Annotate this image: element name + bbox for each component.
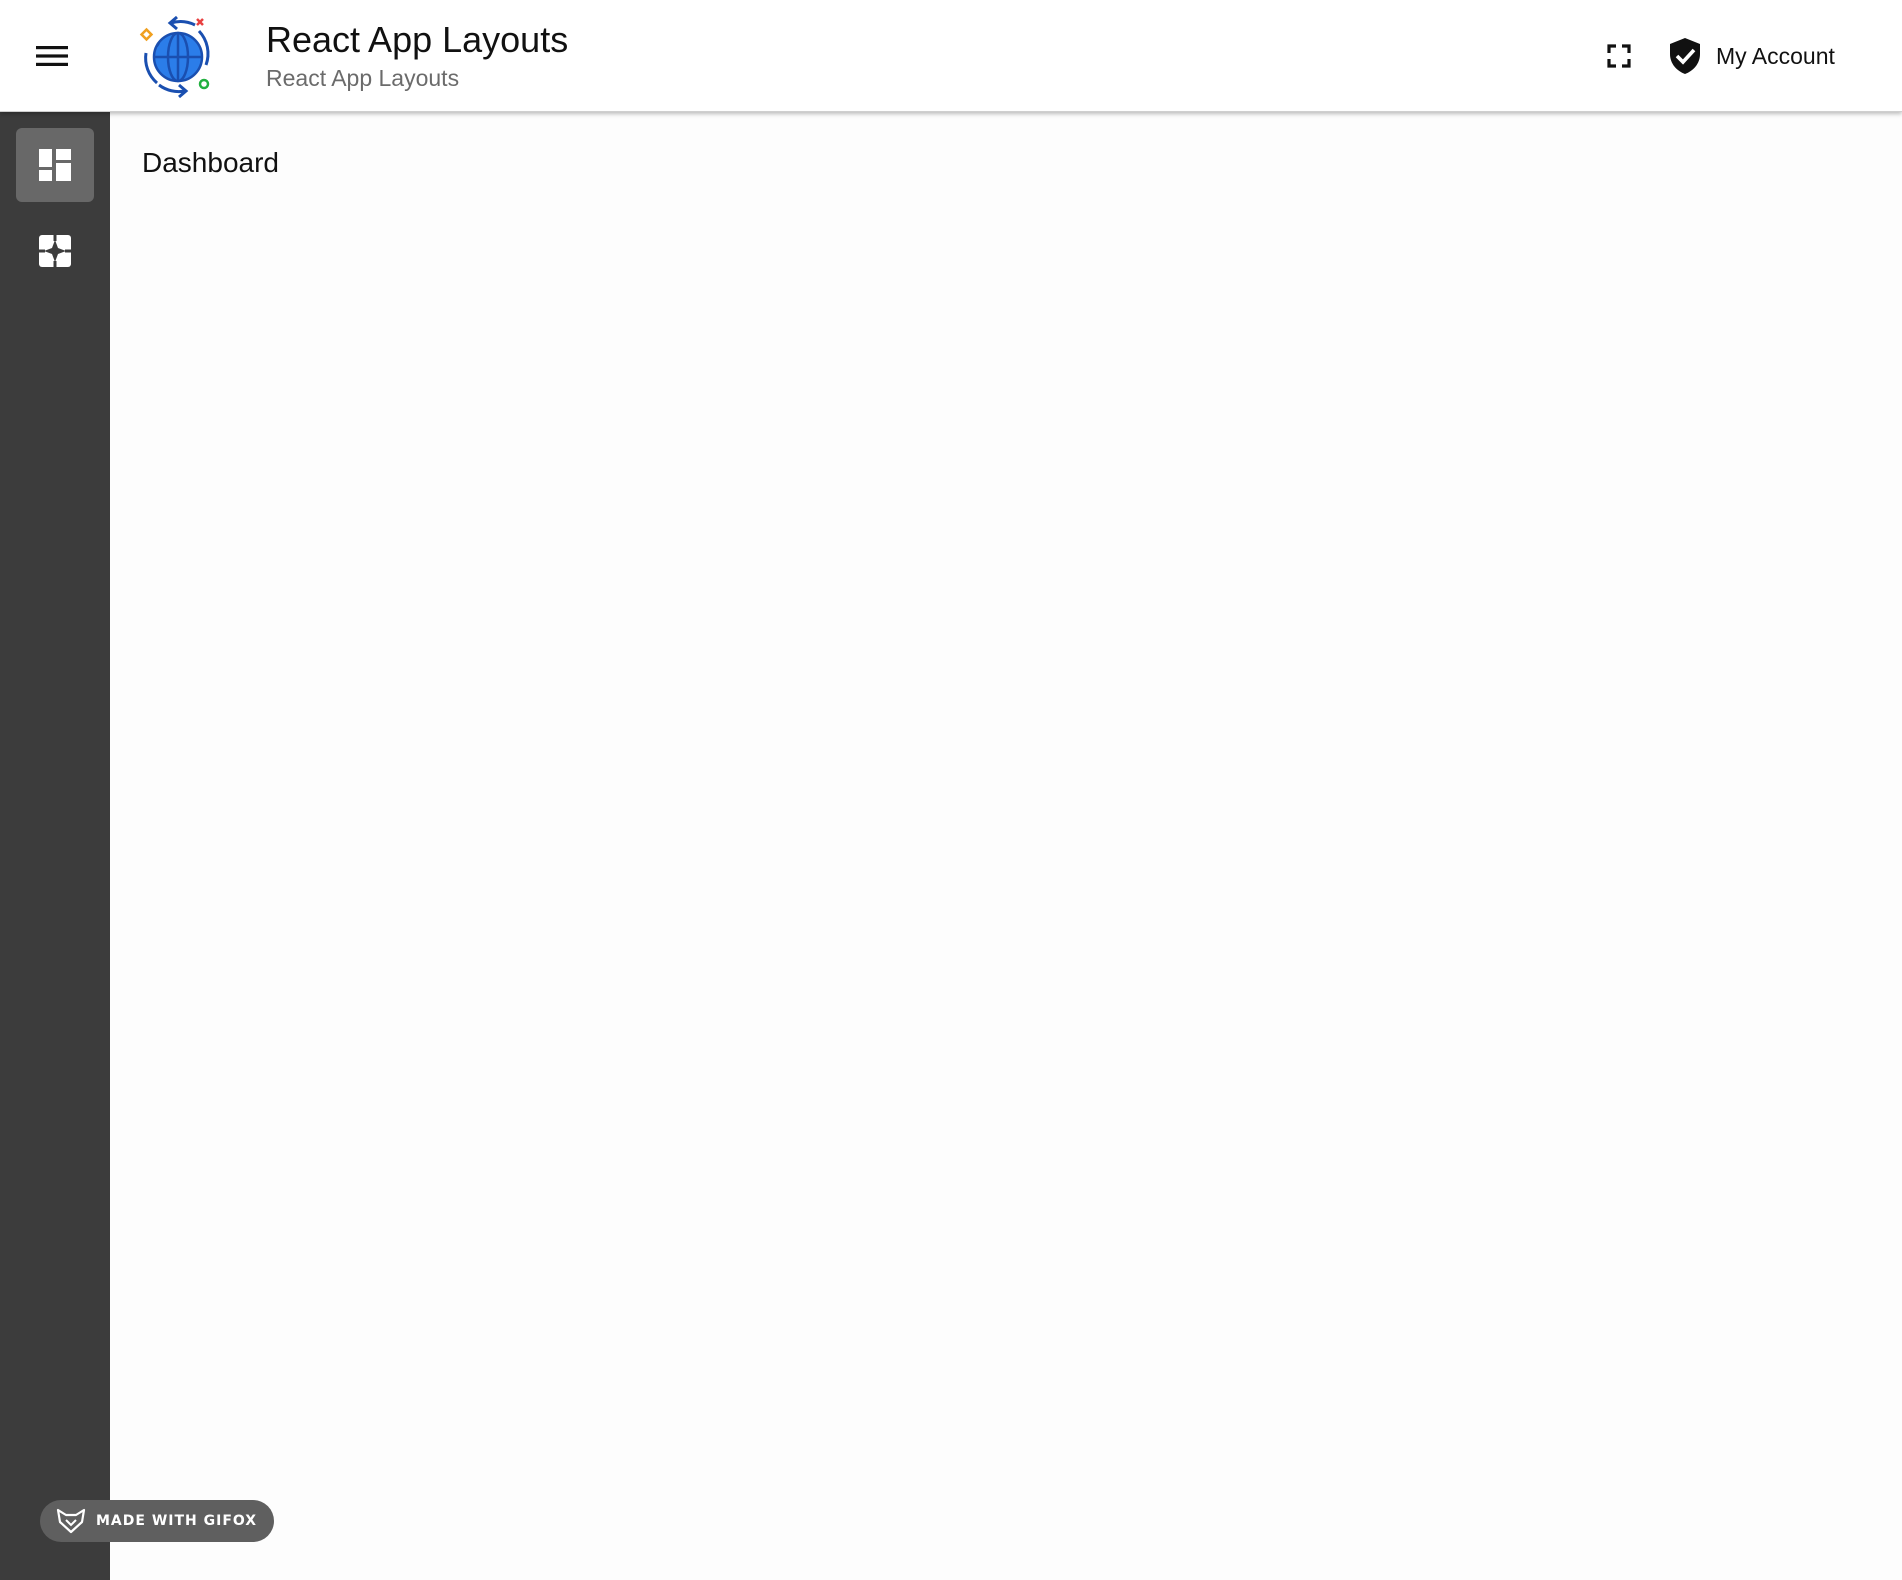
title-block: React App Layouts React App Layouts xyxy=(266,19,568,93)
fullscreen-icon xyxy=(1607,44,1631,68)
globe-sync-logo xyxy=(139,15,210,99)
main-content: Dashboard xyxy=(110,111,1902,1580)
sidebar-item-dashboard[interactable] xyxy=(16,128,94,202)
hamburger-menu-icon xyxy=(36,46,68,66)
app-title: React App Layouts xyxy=(266,19,569,60)
dashboard-icon xyxy=(39,149,71,181)
app-bar: React App Layouts React App Layouts My A… xyxy=(0,0,1902,112)
verified-shield-icon xyxy=(1670,38,1700,74)
my-account-label: My Account xyxy=(1716,42,1835,69)
gifox-label: MADE WITH GIFOX xyxy=(96,1513,258,1529)
fullscreen-button[interactable] xyxy=(1595,32,1643,80)
sidebar xyxy=(0,111,110,1580)
gifox-watermark: MADE WITH GIFOX xyxy=(40,1500,275,1542)
gifox-fox-icon xyxy=(56,1508,86,1534)
app-subtitle: React App Layouts xyxy=(266,65,460,91)
app-logo xyxy=(135,13,221,99)
menu-button[interactable] xyxy=(28,32,76,80)
widgets-icon xyxy=(39,235,71,267)
sidebar-item-widgets[interactable] xyxy=(16,214,94,288)
my-account-button[interactable]: My Account xyxy=(1668,30,1835,82)
page-title: Dashboard xyxy=(142,147,279,178)
